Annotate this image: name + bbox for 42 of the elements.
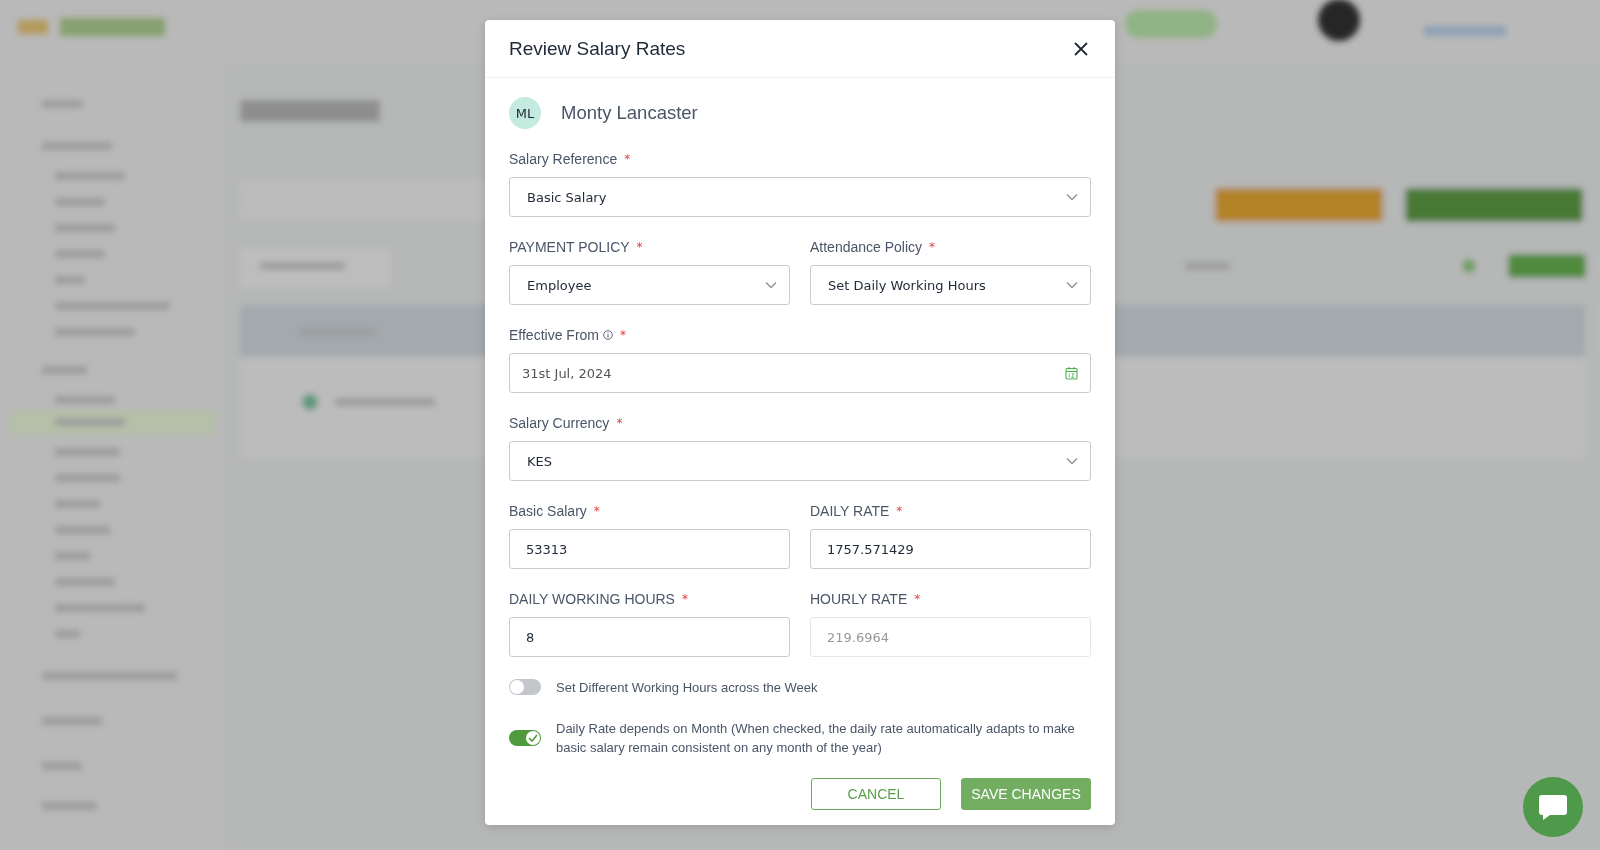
toggle-switch[interactable]	[509, 729, 541, 746]
field-label: HOURLY RATE	[810, 591, 908, 607]
required-mark: *	[914, 592, 921, 606]
select-field[interactable]: Employee	[509, 265, 790, 305]
required-mark: *	[593, 504, 600, 518]
avatar: ML	[509, 97, 541, 129]
input-field[interactable]: 53313	[509, 529, 790, 569]
select-field[interactable]: KES	[509, 441, 1091, 481]
date-field[interactable]: 31st Jul, 2024	[509, 353, 1091, 393]
chevron-down-icon	[1066, 193, 1078, 201]
chevron-down-icon	[1066, 457, 1078, 465]
toggle-label: Set Different Working Hours across the Week	[556, 679, 818, 697]
input-field[interactable]: 1757.571429	[810, 529, 1091, 569]
chat-icon	[1538, 793, 1568, 821]
input-field: 219.6964	[810, 617, 1091, 657]
check-icon	[528, 733, 538, 742]
field-label: PAYMENT POLICY	[509, 239, 630, 255]
required-mark: *	[896, 504, 903, 518]
field-label: Basic Salary	[509, 503, 587, 519]
input-field[interactable]: 8	[509, 617, 790, 657]
calendar-icon	[1065, 366, 1078, 380]
required-mark: *	[636, 240, 643, 254]
toggle-label: Daily Rate depends on Month (When checked, the daily rate automatically adapts to make basic salary remain consistent on any month of the year)	[556, 719, 1076, 757]
chevron-down-icon	[1066, 281, 1078, 289]
field-label: Salary Currency	[509, 415, 610, 431]
required-mark: *	[624, 152, 631, 166]
field-label: Effective From	[509, 327, 599, 343]
required-mark: *	[616, 416, 623, 430]
close-icon	[1074, 41, 1088, 56]
field-label: Attendance Policy	[810, 239, 923, 255]
dialog-title: Review Salary Rates	[509, 37, 686, 60]
select-field[interactable]: Set Daily Working Hours	[810, 265, 1091, 305]
required-mark: *	[929, 240, 936, 254]
chevron-down-icon	[765, 281, 777, 289]
toggle-switch[interactable]	[509, 679, 541, 695]
field-label: DAILY WORKING HOURS	[509, 591, 675, 607]
employee-name: Monty Lancaster	[561, 102, 698, 124]
required-mark: *	[620, 328, 626, 342]
required-mark: *	[681, 592, 688, 606]
field-label: Salary Reference	[509, 151, 618, 167]
select-field[interactable]: Basic Salary	[509, 177, 1091, 217]
field-label: DAILY RATE	[810, 503, 890, 519]
